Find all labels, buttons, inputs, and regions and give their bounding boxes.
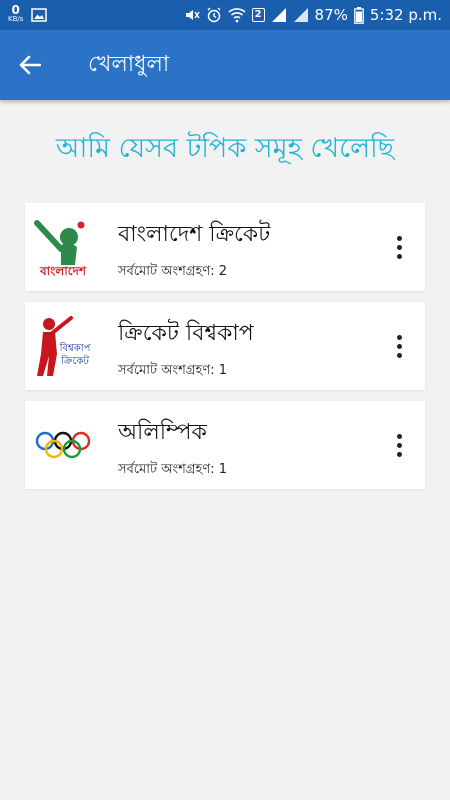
olympic-rings-thumbnail xyxy=(31,413,95,477)
topic-card-cricket-worldcup[interactable]: বিশ্বকাপ ক্রিকেট ক্রিকেট বিশ্বকাপ সর্বমো… xyxy=(25,302,425,390)
app-bar: খেলাধুলা xyxy=(0,30,450,100)
topic-name: বাংলাদেশ ক্রিকেট xyxy=(118,222,271,247)
more-options-button[interactable] xyxy=(387,431,411,459)
image-notification-icon xyxy=(31,8,48,22)
thumb-text: বাংলাদেশ xyxy=(39,264,87,278)
cricket-worldcup-thumbnail: বিশ্বকাপ ক্রিকেট xyxy=(31,314,95,378)
signal-icon-2 xyxy=(293,7,309,23)
status-bar: 0 KB/s 2 87% 5:32 p.m. xyxy=(0,0,450,30)
bangladesh-cricket-thumbnail: বাংলাদেশ xyxy=(31,215,95,279)
topic-list: বাংলাদেশ বাংলাদেশ ক্রিকেট সর্বমোট অংশগ্র… xyxy=(25,203,425,500)
sim-indicator: 2 xyxy=(251,8,265,22)
participation-label: সর্বমোট অংশগ্রহণ: xyxy=(118,363,215,378)
more-vert-icon xyxy=(396,334,402,340)
participation-count: 1 xyxy=(218,363,228,378)
participation-info: সর্বমোট অংশগ্রহণ: 2 xyxy=(118,262,227,283)
page-title: খেলাধুলা xyxy=(88,51,170,77)
topic-card-bangladesh-cricket[interactable]: বাংলাদেশ বাংলাদেশ ক্রিকেট সর্বমোট অংশগ্র… xyxy=(25,203,425,291)
arrow-back-icon xyxy=(19,55,41,75)
alarm-icon xyxy=(206,7,222,23)
battery-icon xyxy=(354,6,364,24)
participation-count: 1 xyxy=(218,462,228,477)
participation-label: সর্বমোট অংশগ্রহণ: xyxy=(118,462,215,477)
more-vert-icon xyxy=(396,235,402,241)
more-vert-icon xyxy=(396,433,402,439)
wifi-icon xyxy=(228,7,246,23)
thumb-text-line2: ক্রিকেট xyxy=(60,354,89,367)
more-options-button[interactable] xyxy=(387,233,411,261)
participation-count: 2 xyxy=(218,264,228,279)
signal-icon xyxy=(271,7,287,23)
battery-percent: 87% xyxy=(314,6,348,24)
thumb-text-line1: বিশ্বকাপ xyxy=(59,342,91,354)
participation-info: সর্বমোট অংশগ্রহণ: 1 xyxy=(118,361,227,382)
mute-icon xyxy=(184,7,200,23)
data-speed-indicator: 0 KB/s xyxy=(8,3,24,24)
clock: 5:32 p.m. xyxy=(369,6,442,24)
section-heading: আমি যেসব টপিক সমূহ খেলেছি xyxy=(55,133,395,164)
data-speed-value: 0 xyxy=(11,3,20,17)
topic-name: অলিম্পিক xyxy=(118,420,207,445)
topic-card-olympics[interactable]: অলিম্পিক সর্বমোট অংশগ্রহণ: 1 xyxy=(25,401,425,489)
more-options-button[interactable] xyxy=(387,332,411,360)
participation-label: সর্বমোট অংশগ্রহণ: xyxy=(118,264,215,279)
data-speed-unit: KB/s xyxy=(8,15,24,23)
participation-info: সর্বমোট অংশগ্রহণ: 1 xyxy=(118,460,227,481)
topic-name: ক্রিকেট বিশ্বকাপ xyxy=(118,321,254,346)
back-button[interactable] xyxy=(0,30,60,100)
